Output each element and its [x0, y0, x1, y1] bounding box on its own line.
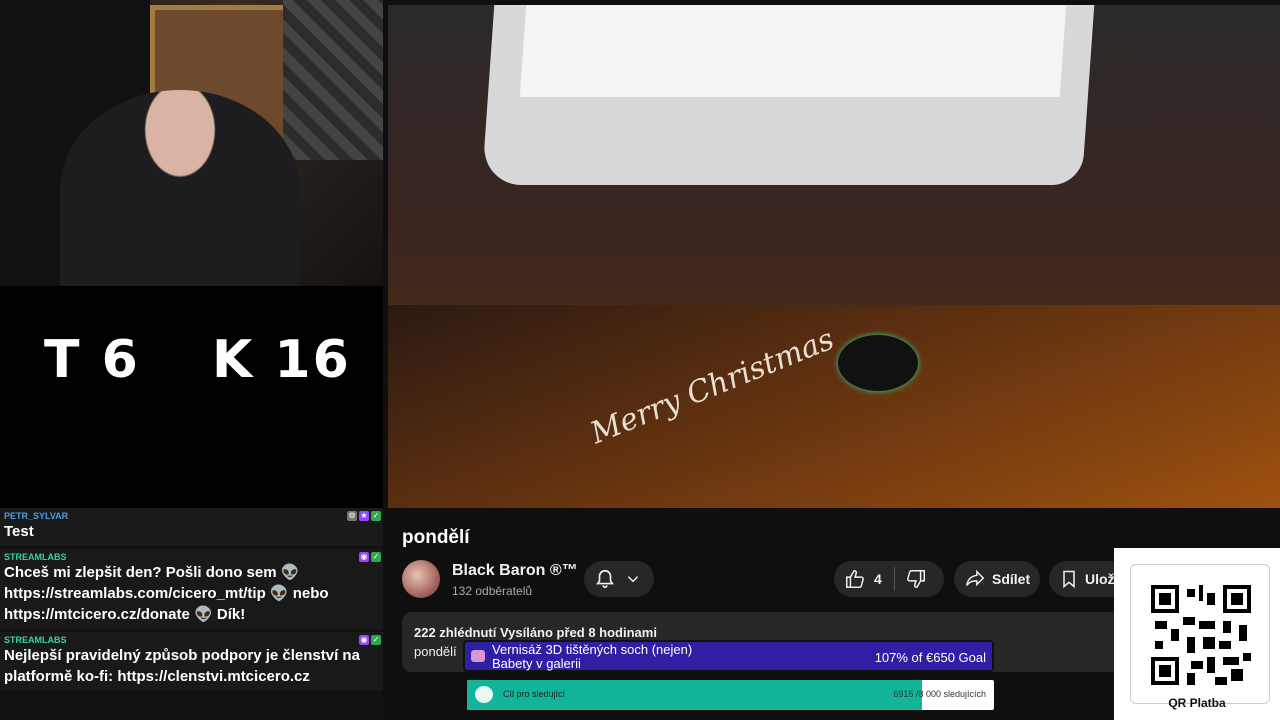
qr-label: QR Platba	[1168, 696, 1226, 710]
goal-value: 107% of €650 Goal	[874, 650, 986, 665]
chat-badges: ◉ ✓	[359, 552, 381, 562]
goal-title: Vernisáž 3D tištěných soch (nejen) Babet…	[492, 643, 692, 671]
bot-badge-icon: ◉	[359, 635, 369, 645]
notification-bell-button[interactable]	[584, 561, 654, 597]
webcam-feed	[0, 0, 383, 286]
qr-code-icon	[1151, 585, 1251, 685]
bell-icon	[596, 569, 614, 589]
like-divider	[893, 567, 895, 591]
chat-badges: ◉ ✓	[359, 635, 381, 645]
channel-name[interactable]: Black Baron ®™	[452, 562, 578, 580]
video-mouse	[838, 335, 918, 391]
thumbs-up-icon[interactable]	[844, 568, 866, 590]
view-count: 222 zhlédnutí Vysíláno před 8 hodinami	[414, 625, 657, 640]
check-badge-icon: ✓	[371, 552, 381, 562]
star-badge-icon: ★	[359, 511, 369, 521]
chevron-down-icon	[627, 576, 639, 583]
follower-goal-label: Cíl pro sledující	[503, 689, 566, 699]
chat-username: STREAMLABS	[4, 552, 67, 562]
moderator-badge-icon: ⚙	[347, 511, 357, 521]
webcam-streamer	[60, 90, 300, 286]
share-icon	[966, 569, 985, 587]
chat-badges: ⚙ ★ ✓	[347, 511, 381, 521]
chat-message: PETR_SYLVAR ⚙ ★ ✓ Test	[0, 508, 383, 546]
donation-goal-bar: Vernisáž 3D tištěných soch (nejen) Babet…	[463, 640, 994, 672]
score-k: K 16	[212, 330, 351, 390]
follower-goal-bar: Cíl pro sledující 6915 /8 000 sledujícíc…	[467, 680, 994, 710]
channel-avatar[interactable]	[402, 560, 440, 598]
stream-layout: T 6 K 16 PETR_SYLVAR ⚙ ★ ✓ Test STREAMLA…	[0, 0, 1280, 720]
main-video-player[interactable]: Merry Christmas	[388, 5, 1280, 508]
save-label: Ulož	[1085, 571, 1115, 587]
qr-payment-panel: QR Platba	[1114, 548, 1280, 720]
chat-message: STREAMLABS ◉ ✓ Nejlepší pravidelný způso…	[0, 632, 383, 691]
thumbs-down-icon[interactable]	[905, 568, 927, 590]
share-label: Sdílet	[992, 571, 1031, 587]
chat-text: https://mtcicero.cz/donate 👽 Dík!	[4, 606, 246, 623]
goal-title-line1: Vernisáž 3D tištěných soch (nejen)	[492, 642, 693, 657]
check-badge-icon: ✓	[371, 635, 381, 645]
score-t: T 6	[44, 330, 140, 390]
video-monitor-screen	[519, 5, 1067, 97]
like-dislike-group: 4	[834, 561, 944, 597]
chat-text: Test	[4, 523, 34, 540]
bookmark-icon	[1063, 570, 1075, 589]
chat-panel: PETR_SYLVAR ⚙ ★ ✓ Test STREAMLABS ◉ ✓ Ch…	[0, 508, 383, 720]
score-panel	[0, 286, 383, 508]
chat-text: https://streamlabs.com/cicero_mt/tip 👽 n…	[4, 585, 329, 602]
chat-message: STREAMLABS ◉ ✓ Chceš mi zlepšit den? Poš…	[0, 549, 383, 629]
share-button[interactable]: Sdílet	[954, 561, 1040, 597]
chat-text: platformě ko-fi: https://clenstvi.mtcice…	[4, 668, 310, 685]
webcam-acoustic-foam	[283, 0, 383, 160]
follower-heart-icon	[475, 686, 493, 703]
like-count: 4	[874, 571, 882, 587]
chat-username: PETR_SYLVAR	[4, 511, 69, 521]
goal-title-line2: Babety v galerii	[492, 656, 581, 671]
chat-text: Chceš mi zlepšit den? Pošli dono sem 👽	[4, 564, 300, 581]
video-desk-mat	[388, 305, 1280, 508]
subscriber-count: 132 odběratelů	[452, 584, 533, 598]
chat-username: STREAMLABS	[4, 635, 67, 645]
video-title: pondělí	[402, 527, 470, 548]
chat-text: Nejlepší pravidelný způsob podpory je čl…	[4, 647, 360, 664]
description-text: pondělí	[414, 644, 457, 659]
check-badge-icon: ✓	[371, 511, 381, 521]
follower-goal-value: 6915 /8 000 sledujících	[893, 689, 986, 699]
qr-frame	[1130, 564, 1270, 704]
goal-icon	[471, 650, 485, 662]
bot-badge-icon: ◉	[359, 552, 369, 562]
